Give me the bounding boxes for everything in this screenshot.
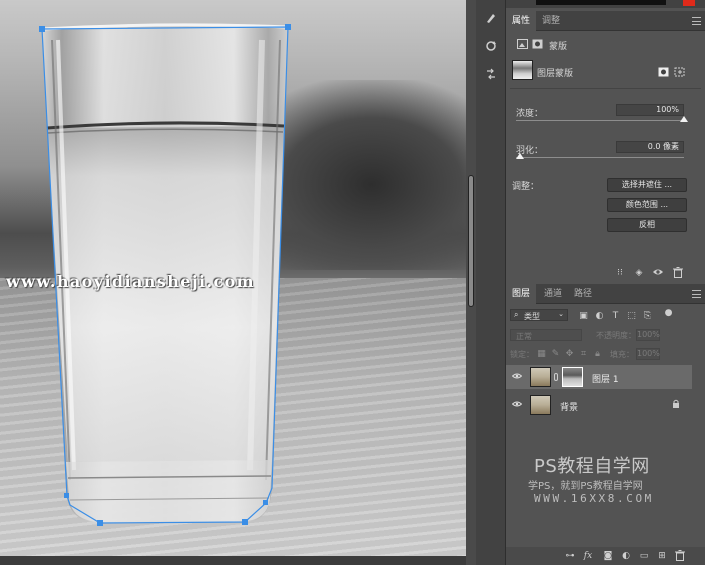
vector-mask-icon[interactable] <box>532 38 543 49</box>
mask-section-label: 蒙版 <box>549 42 568 52</box>
layer-thumbnail <box>530 367 551 387</box>
tab-properties[interactable]: 属性 <box>506 11 537 31</box>
panel-toolstrip <box>476 0 506 565</box>
adjust-label: 调整： <box>512 182 540 192</box>
watermark-text: www.haoyidiansheji.com <box>6 272 255 291</box>
adjustment-layer-filter-icon[interactable]: ◐ <box>594 310 605 321</box>
fill-value[interactable]: 100% <box>636 348 660 360</box>
layer-mask-thumbnail-small[interactable] <box>562 367 583 387</box>
opacity-label: 不透明度： <box>596 331 636 340</box>
trash-icon[interactable] <box>674 550 686 562</box>
add-mask-icon[interactable]: ◙ <box>602 550 614 562</box>
lock-artboard-icon[interactable]: ⌗ <box>578 348 589 359</box>
right-panels: 属性 调整 蒙版 图层蒙版 浓度： 100% 羽化： 0.0 像素 调整： 选择… <box>506 0 705 565</box>
tab-adjustments[interactable]: 调整 <box>536 11 566 31</box>
invert-button[interactable]: 反相 <box>607 218 687 232</box>
layer-mask-label: 图层蒙版 <box>537 69 574 79</box>
fx-icon[interactable]: fx <box>582 550 594 562</box>
canvas-vertical-scrollbar[interactable] <box>466 0 476 565</box>
lock-all-icon[interactable]: 🔒︎ <box>592 348 603 359</box>
swap-tool-icon[interactable] <box>481 64 501 84</box>
lock-position-icon[interactable]: ✥ <box>564 348 575 359</box>
load-selection-icon[interactable]: ⁝⁝ <box>614 267 626 279</box>
history-brush-tool-icon[interactable] <box>481 8 501 28</box>
scrollbar-thumb[interactable] <box>468 175 474 307</box>
opacity-value[interactable]: 100% <box>636 329 660 341</box>
search-icon: ⌕ <box>514 310 519 319</box>
density-slider-thumb[interactable] <box>680 116 688 122</box>
delete-mask-icon[interactable] <box>672 267 684 279</box>
panel-top-strip <box>506 0 705 8</box>
density-value[interactable]: 100% <box>616 104 684 116</box>
blend-mode-value: 正常 <box>516 332 532 341</box>
brand-url: WWW.16XX8.COM <box>534 492 654 505</box>
new-layer-icon[interactable]: ⊞ <box>656 550 668 562</box>
new-group-icon[interactable]: ▭ <box>638 550 650 562</box>
layers-footer: ⊶ fx ◙ ◐ ▭ ⊞ <box>506 547 705 565</box>
properties-panel-menu-icon[interactable] <box>692 17 701 25</box>
density-label: 浓度： <box>516 109 544 119</box>
document-canvas[interactable]: www.haoyidiansheji.com <box>0 0 466 556</box>
type-layer-filter-icon[interactable]: T <box>610 310 621 321</box>
color-range-button[interactable]: 颜色范围 ... <box>607 198 687 212</box>
blend-mode-select[interactable]: 正常 <box>510 329 582 341</box>
filter-toggle-icon[interactable]: ● <box>663 307 674 318</box>
eye-icon[interactable] <box>511 400 523 410</box>
smart-object-filter-icon[interactable]: ⎘ <box>642 310 653 321</box>
layer-row-background[interactable]: 背景 <box>506 393 692 417</box>
layer-name[interactable]: 图层 1 <box>592 372 619 385</box>
shape-layer-filter-icon[interactable]: ⬚ <box>626 310 637 321</box>
feather-value[interactable]: 0.0 像素 <box>616 141 684 153</box>
pixel-mask-icon[interactable] <box>517 38 528 49</box>
eye-icon[interactable] <box>511 372 523 382</box>
density-slider-track[interactable] <box>516 120 684 121</box>
tab-paths[interactable]: 路径 <box>568 284 598 304</box>
layer-thumbnail <box>530 395 551 415</box>
link-layers-icon[interactable]: ⊶ <box>564 550 576 562</box>
brand-subtitle: 学PS，就到PS教程自学网 <box>528 481 643 492</box>
lock-icon[interactable] <box>672 399 680 409</box>
tab-channels[interactable]: 通道 <box>538 284 568 304</box>
pixel-layer-filter-icon[interactable]: ▣ <box>578 310 589 321</box>
lock-pixels-icon[interactable]: ✎ <box>550 348 561 359</box>
filter-kind-value: 类型 <box>524 312 540 321</box>
chevron-down-icon: ⌄ <box>558 310 564 318</box>
rotate-tool-icon[interactable] <box>481 36 501 56</box>
color-ramp <box>536 0 666 5</box>
layers-tabbar: 图层 通道 路径 <box>506 284 705 304</box>
feather-slider-thumb[interactable] <box>516 153 524 159</box>
apply-mask-icon[interactable]: ◈ <box>633 267 645 279</box>
layer-name[interactable]: 背景 <box>560 400 578 413</box>
properties-divider <box>510 88 701 89</box>
chain-link-icon[interactable] <box>554 373 558 381</box>
lock-transparent-icon[interactable]: ▦ <box>536 348 547 359</box>
fill-label: 填充： <box>610 350 634 359</box>
adjustment-layer-icon[interactable]: ◐ <box>620 550 632 562</box>
layer-mask-thumbnail <box>512 60 533 80</box>
foreground-color-swatch[interactable] <box>683 0 695 6</box>
visibility-icon[interactable] <box>652 267 664 279</box>
feather-slider-track[interactable] <box>516 157 684 158</box>
add-vector-mask-icon[interactable] <box>674 66 685 77</box>
select-mask-icon[interactable] <box>658 66 669 77</box>
select-and-mask-button[interactable]: 选择并遮住 ... <box>607 178 687 192</box>
properties-footer: ⁝⁝ ◈ <box>506 264 705 282</box>
lock-label: 锁定： <box>510 350 534 359</box>
canvas-status-bar <box>0 556 466 565</box>
brand-title: PS教程自学网 <box>534 456 650 477</box>
layer-row-1[interactable]: 图层 1 <box>506 365 692 389</box>
properties-tabbar: 属性 调整 <box>506 11 705 31</box>
tab-layers[interactable]: 图层 <box>506 284 537 304</box>
layers-panel-menu-icon[interactable] <box>692 290 701 298</box>
filter-kind-select[interactable]: ⌕ 类型 ⌄ <box>510 309 568 321</box>
